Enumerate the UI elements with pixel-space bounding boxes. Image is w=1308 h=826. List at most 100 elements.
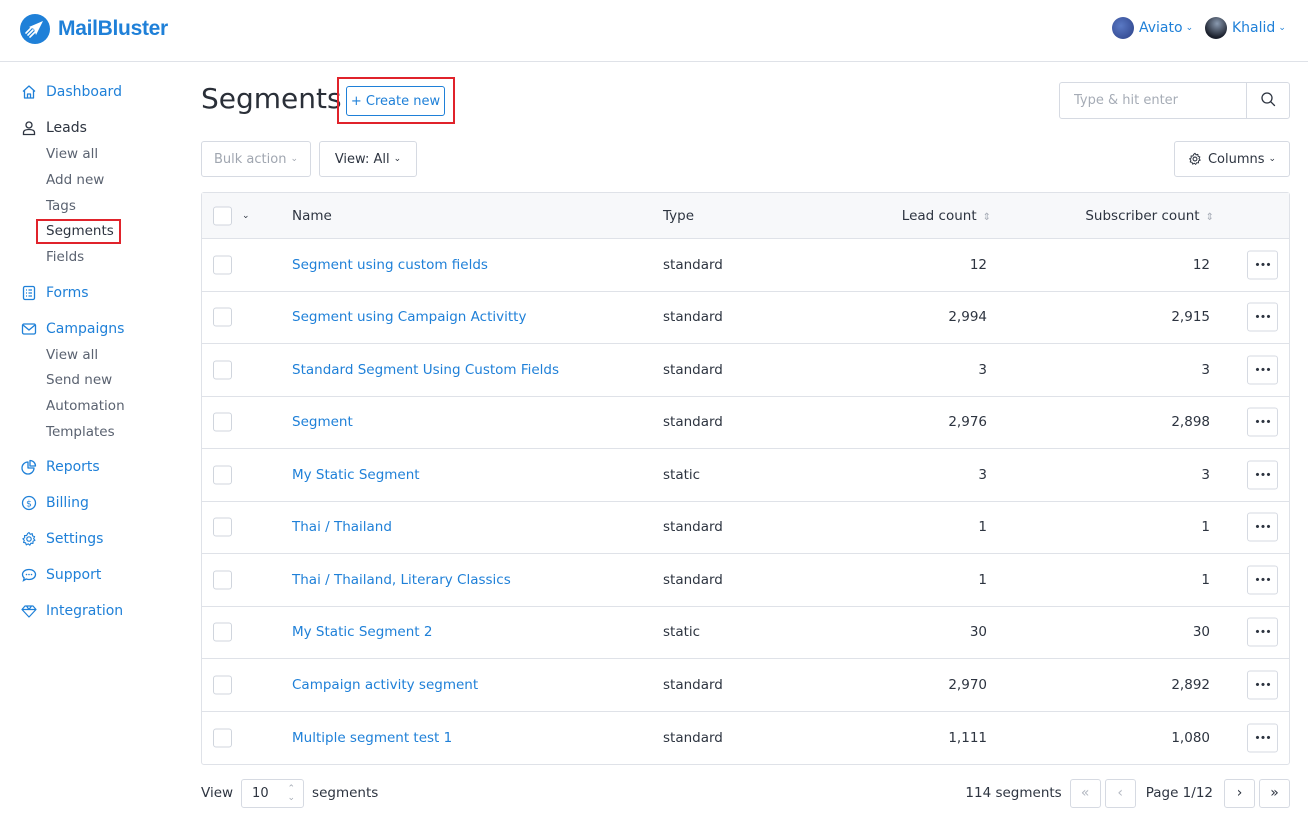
column-header-label: Lead count xyxy=(901,207,977,224)
app-logo[interactable]: MailBluster xyxy=(20,14,168,44)
segment-name-link[interactable]: Multiple segment test 1 xyxy=(292,730,452,746)
user-menu-khalid[interactable]: Khalid ⌄ xyxy=(1205,17,1286,39)
page-size-stepper[interactable]: 10 ⌃ ⌄ xyxy=(241,778,305,808)
pagination: 114 segments « ‹ Page 1/12 › » xyxy=(965,778,1290,808)
dollar-circle-icon: $ xyxy=(20,494,38,512)
account-switcher-aviato[interactable]: Aviato ⌄ xyxy=(1112,17,1193,39)
table-row: Multiple segment test 1 standard 1,111 1… xyxy=(202,712,1289,765)
subscriber-count: 1 xyxy=(1201,519,1210,536)
segment-name-link[interactable]: Segment using custom fields xyxy=(292,257,488,273)
segment-type: standard xyxy=(663,676,723,693)
sidebar-subitem-campaigns-send-new[interactable]: Send new xyxy=(46,372,112,388)
segment-name-link[interactable]: Campaign activity segment xyxy=(292,677,478,693)
column-header-name[interactable]: Name xyxy=(292,208,332,224)
sidebar-item-leads[interactable]: Leads xyxy=(20,118,87,138)
subscriber-count: 30 xyxy=(1192,624,1210,641)
segment-name-link[interactable]: Standard Segment Using Custom Fields xyxy=(292,362,559,378)
segment-name-link[interactable]: My Static Segment 2 xyxy=(292,624,432,640)
columns-dropdown[interactable]: Columns ⌄ xyxy=(1174,141,1290,177)
subscriber-count: 2,915 xyxy=(1171,309,1210,326)
search-icon xyxy=(1260,91,1276,111)
sidebar-item-integration[interactable]: Integration xyxy=(20,601,123,621)
row-checkbox[interactable] xyxy=(213,728,232,748)
sidebar-subitem-campaigns-templates[interactable]: Templates xyxy=(46,424,115,440)
row-checkbox[interactable] xyxy=(213,675,232,695)
more-horizontal-icon: ••• xyxy=(1254,625,1271,639)
sidebar-item-campaigns[interactable]: Campaigns xyxy=(20,319,124,339)
sidebar-item-forms[interactable]: Forms xyxy=(20,283,89,303)
segment-name-link[interactable]: Segment xyxy=(292,414,353,430)
column-header-label: Subscriber count xyxy=(1085,207,1200,224)
table-header: ⌄ Name Type Lead count ⇕ Subscriber count… xyxy=(202,193,1289,239)
search-input[interactable] xyxy=(1060,83,1247,118)
row-actions-button[interactable]: ••• xyxy=(1247,355,1278,385)
row-actions-button[interactable]: ••• xyxy=(1247,407,1278,437)
row-actions-button[interactable]: ••• xyxy=(1247,723,1278,753)
sidebar-subitem-leads-add-new[interactable]: Add new xyxy=(46,172,104,188)
sidebar-item-label: Forms xyxy=(46,285,89,301)
column-header-type[interactable]: Type xyxy=(663,208,694,224)
top-bar: MailBluster Aviato ⌄ Khalid ⌄ xyxy=(0,0,1308,62)
gear-icon xyxy=(20,530,38,548)
row-actions-button[interactable]: ••• xyxy=(1247,460,1278,490)
row-actions-button[interactable]: ••• xyxy=(1247,302,1278,332)
row-checkbox[interactable] xyxy=(213,570,232,590)
subscriber-count: 1 xyxy=(1201,571,1210,588)
stepper-arrows-icon[interactable]: ⌃ ⌄ xyxy=(288,784,296,803)
page-title: Segments xyxy=(201,82,342,115)
more-horizontal-icon: ••• xyxy=(1254,573,1271,587)
row-checkbox[interactable] xyxy=(213,255,232,275)
column-header-lead-count[interactable]: Lead count ⇕ xyxy=(902,208,991,224)
segment-name-link[interactable]: Segment using Campaign Activitty xyxy=(292,309,526,325)
row-checkbox[interactable] xyxy=(213,412,232,432)
column-header-subscriber-count[interactable]: Subscriber count ⇕ xyxy=(1085,208,1214,224)
sidebar-subitem-leads-view-all[interactable]: View all xyxy=(46,146,98,162)
segment-type: standard xyxy=(663,256,723,273)
columns-label: Columns xyxy=(1207,151,1265,167)
first-page-button[interactable]: « xyxy=(1069,778,1101,808)
last-page-button[interactable]: » xyxy=(1259,778,1290,808)
row-checkbox[interactable] xyxy=(213,622,232,642)
search-button[interactable] xyxy=(1246,83,1289,118)
more-horizontal-icon: ••• xyxy=(1254,258,1271,272)
sidebar-subitem-leads-tags[interactable]: Tags xyxy=(46,198,76,214)
row-actions-button[interactable]: ••• xyxy=(1247,670,1278,700)
row-actions-button[interactable]: ••• xyxy=(1247,512,1278,542)
table-row: My Static Segment 2 static 30 30 ••• xyxy=(202,607,1289,659)
sidebar-subitem-campaigns-view-all[interactable]: View all xyxy=(46,347,98,363)
segment-name-link[interactable]: My Static Segment xyxy=(292,467,420,483)
segment-type: standard xyxy=(663,519,723,536)
select-options-chevron-icon[interactable]: ⌄ xyxy=(242,211,250,221)
prev-page-button[interactable]: ‹ xyxy=(1104,778,1136,808)
next-page-button[interactable]: › xyxy=(1224,778,1255,808)
sidebar-item-reports[interactable]: Reports xyxy=(20,457,100,477)
row-checkbox[interactable] xyxy=(213,465,232,485)
more-horizontal-icon: ••• xyxy=(1254,731,1271,745)
row-actions-button[interactable]: ••• xyxy=(1247,617,1278,647)
select-all-checkbox[interactable] xyxy=(213,206,232,225)
subscriber-count: 2,892 xyxy=(1171,676,1210,693)
sidebar-item-settings[interactable]: Settings xyxy=(20,529,103,549)
row-checkbox[interactable] xyxy=(213,517,232,537)
search-box xyxy=(1059,82,1290,119)
sidebar-item-dashboard[interactable]: Dashboard xyxy=(20,82,122,102)
subscriber-count: 3 xyxy=(1201,466,1210,483)
sidebar-subitem-campaigns-automation[interactable]: Automation xyxy=(46,398,125,414)
row-actions-button[interactable]: ••• xyxy=(1247,565,1278,595)
bulk-action-dropdown[interactable]: Bulk action ⌄ xyxy=(201,141,311,177)
segment-name-link[interactable]: Thai / Thailand, Literary Classics xyxy=(292,572,511,588)
row-actions-button[interactable]: ••• xyxy=(1247,250,1278,280)
sidebar-item-billing[interactable]: $ Billing xyxy=(20,493,89,513)
sidebar-item-label: Leads xyxy=(46,120,87,136)
sidebar-item-label: Billing xyxy=(46,495,89,511)
page-indicator: Page 1/12 xyxy=(1145,785,1213,801)
double-chevron-left-icon: « xyxy=(1080,785,1090,801)
sidebar-subitem-leads-fields[interactable]: Fields xyxy=(46,249,84,265)
view-filter-dropdown[interactable]: View: All ⌄ xyxy=(319,141,417,177)
lead-count: 30 xyxy=(969,624,987,641)
sidebar-item-support[interactable]: Support xyxy=(20,565,101,585)
page-size-value: 10 xyxy=(252,785,269,801)
segment-name-link[interactable]: Thai / Thailand xyxy=(292,519,392,535)
row-checkbox[interactable] xyxy=(213,307,232,327)
row-checkbox[interactable] xyxy=(213,360,232,380)
